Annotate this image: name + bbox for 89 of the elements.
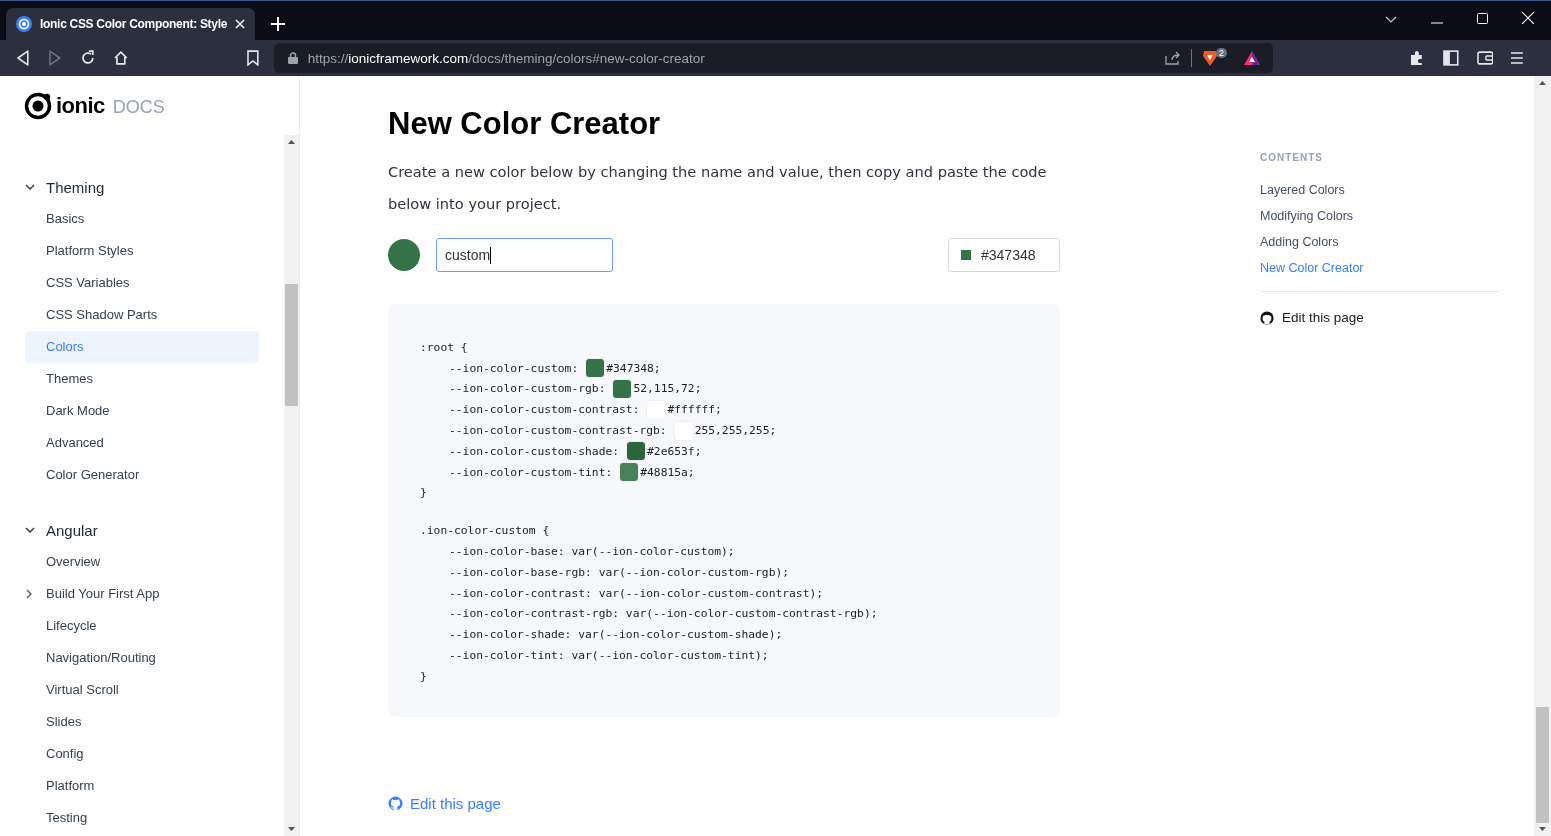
nav-item[interactable]: Lifecycle xyxy=(25,610,259,642)
scrollbar[interactable] xyxy=(284,135,299,836)
menu-icon[interactable] xyxy=(1511,52,1524,64)
scroll-down-icon[interactable] xyxy=(288,827,295,831)
sidebar-icon[interactable] xyxy=(1442,50,1459,66)
address-bar[interactable]: https://ionicframework.com/docs/theming/colors#new-color-creator 2 xyxy=(273,43,1274,73)
code-line: --ion-color-contrast: var(--ion-color-custom-contrast); xyxy=(448,585,825,602)
code-text: --ion-color-custom-shade: xyxy=(449,444,620,458)
reload-icon[interactable] xyxy=(79,50,96,66)
lock-icon xyxy=(287,52,298,64)
code-text: #2e653f; xyxy=(647,444,702,458)
triangle-icon[interactable] xyxy=(1243,50,1262,66)
nav-item[interactable]: Color Generator xyxy=(25,459,259,491)
nav-group-header[interactable]: Angular xyxy=(0,514,284,546)
nav-item[interactable]: Platform Styles xyxy=(25,235,259,267)
chevron-icon xyxy=(25,527,35,533)
back-icon[interactable] xyxy=(16,50,30,66)
toc-link[interactable]: Layered Colors xyxy=(1260,177,1345,203)
lion-shield-icon[interactable] xyxy=(1202,49,1219,67)
code-text: #48815a; xyxy=(640,465,695,479)
code-line: --ion-color-base-rgb: var(--ion-color-custom-rgb); xyxy=(448,564,791,581)
close-icon[interactable] xyxy=(235,19,246,29)
code-line: --ion-color-tint: var(--ion-color-custom-tint); xyxy=(448,648,770,665)
wallet-icon[interactable] xyxy=(1476,51,1494,65)
code-text: #347348; xyxy=(606,361,661,375)
toc-link[interactable]: New Color Creator xyxy=(1260,255,1364,281)
nav-item[interactable]: Virtual Scroll xyxy=(25,674,259,706)
logo-icon xyxy=(24,91,52,120)
count-badge: 2 xyxy=(1216,48,1228,58)
nav-item[interactable]: Navigation/Routing xyxy=(25,642,259,674)
scroll-up-icon[interactable] xyxy=(288,140,295,144)
plus-icon[interactable] xyxy=(271,17,286,31)
github-icon xyxy=(1260,310,1274,325)
nav-item[interactable]: Basics xyxy=(25,203,259,235)
logo-suffix: DOCS xyxy=(112,96,165,118)
code-line: } xyxy=(420,485,428,502)
code-text: --ion-color-custom-contrast-rgb: xyxy=(449,424,667,438)
toc-link[interactable]: Adding Colors xyxy=(1260,229,1339,255)
code-line: } xyxy=(420,668,428,685)
code-line: :root { xyxy=(420,339,469,356)
nav-item[interactable]: Slides xyxy=(25,706,259,738)
nav-item[interactable]: Config xyxy=(25,738,259,770)
chevron-icon xyxy=(25,184,35,190)
code-line: .ion-color-custom { xyxy=(420,523,551,540)
code-line: --ion-color-shade: var(--ion-color-custom-shade); xyxy=(448,627,784,644)
nav-item[interactable]: Advanced xyxy=(25,427,259,459)
scrollbar-thumb[interactable] xyxy=(285,284,298,406)
scrollbar-thumb[interactable] xyxy=(1536,707,1549,823)
code-text: 52,115,72; xyxy=(633,382,702,396)
toc-heading: CONTENTS xyxy=(1260,152,1324,163)
page-title: New Color Creator xyxy=(388,106,662,142)
github-icon xyxy=(388,796,403,811)
nav-group-header[interactable]: Theming xyxy=(0,171,284,203)
edit-page-link[interactable]: Edit this page xyxy=(1260,310,1364,325)
nav-item[interactable]: Dark Mode xyxy=(25,395,259,427)
code-line: --ion-color-base: var(--ion-color-custom); xyxy=(448,544,736,561)
share-icon[interactable] xyxy=(1165,51,1182,65)
code-text: --ion-color-custom-tint: xyxy=(449,465,613,479)
forward-icon[interactable] xyxy=(47,50,62,66)
nav-item[interactable]: CSS Shadow Parts xyxy=(25,299,259,331)
scroll-up-icon[interactable] xyxy=(1539,81,1546,85)
puzzle-icon[interactable] xyxy=(1409,50,1425,66)
intro-text: Create a new color below by changing the name and value, then copy and paste the code below into your project. xyxy=(388,162,1048,214)
nav-item[interactable]: Build Your First App xyxy=(25,578,259,610)
home-icon[interactable] xyxy=(113,50,129,66)
code-text: --ion-color-custom-rgb: xyxy=(449,382,606,396)
code-line: --ion-color-contrast-rgb: var(--ion-color-custom-contrast-rgb); xyxy=(448,606,879,623)
nav-item[interactable]: Testing xyxy=(25,802,259,834)
name-input[interactable]: custom xyxy=(436,238,613,272)
code-text: #ffffff; xyxy=(667,403,722,417)
close-icon[interactable] xyxy=(1522,12,1534,24)
color-input[interactable]: #347348 xyxy=(948,238,1060,272)
code-text: --ion-color-custom: xyxy=(449,361,579,375)
code-text: 255,255,255; xyxy=(694,424,777,438)
nav-item[interactable]: Themes xyxy=(25,363,259,395)
logo-wordmark[interactable]: ionic xyxy=(56,92,105,119)
toc-link[interactable]: Modifying Colors xyxy=(1260,203,1354,229)
chevron-down-icon[interactable] xyxy=(1385,16,1397,24)
code-text: --ion-color-custom-contrast: xyxy=(449,403,640,417)
nav-item[interactable]: Overview xyxy=(25,546,259,578)
page-scrollbar[interactable] xyxy=(1534,76,1551,836)
bookmark-icon[interactable] xyxy=(247,50,259,66)
edit-page-link[interactable]: Edit this page xyxy=(388,795,501,812)
nav-item[interactable]: CSS Variables xyxy=(25,267,259,299)
scroll-down-icon[interactable] xyxy=(1539,827,1546,831)
ring-icon xyxy=(16,16,32,32)
nav-item[interactable]: Platform xyxy=(25,770,259,802)
maximize-icon[interactable] xyxy=(1477,13,1488,24)
browser-tab[interactable]: Ionic CSS Color Component: Style xyxy=(6,8,256,40)
